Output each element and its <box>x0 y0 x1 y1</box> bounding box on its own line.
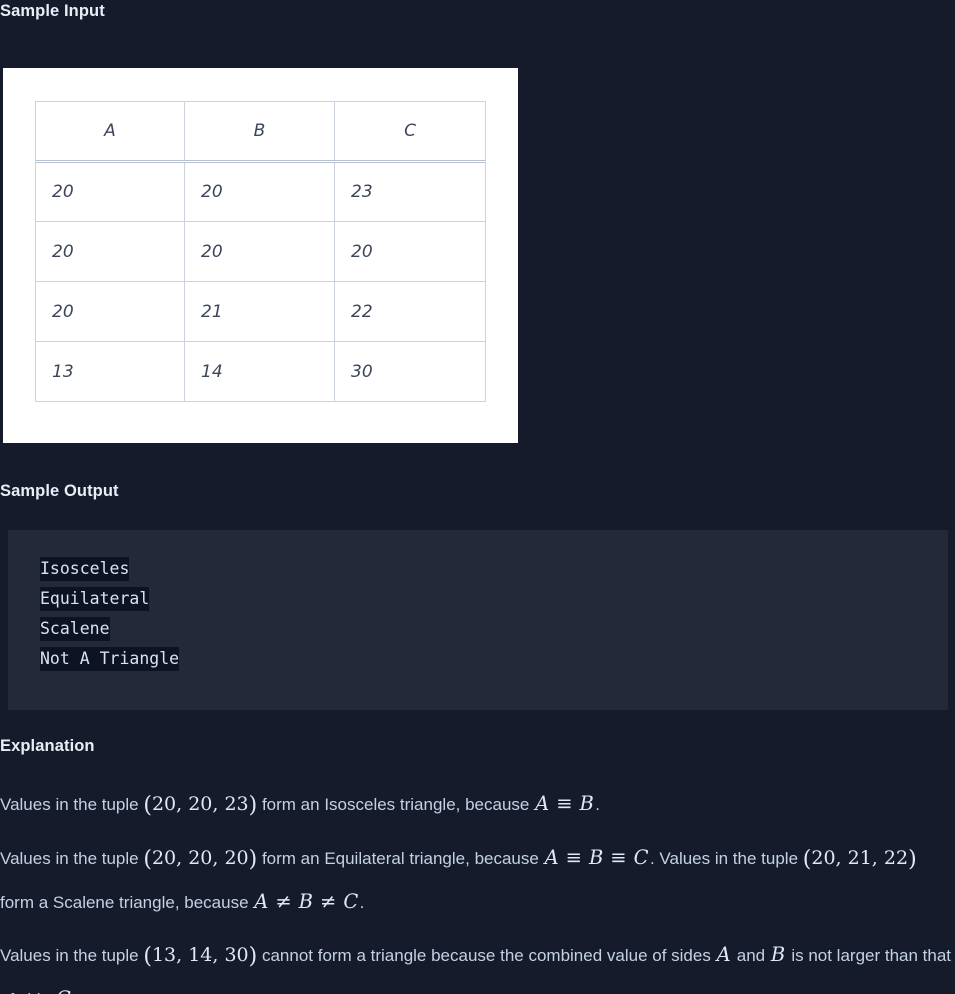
code-line: Scalene <box>40 614 948 644</box>
table-cell: 22 <box>334 281 486 342</box>
text-fragment: form an Isosceles triangle, because <box>257 795 535 814</box>
table-cell: 20 <box>35 221 185 282</box>
math-expression: A <box>716 943 732 966</box>
table-row: 20 20 23 <box>35 161 486 222</box>
table-cell: 13 <box>35 341 185 402</box>
table-cell: 20 <box>184 221 335 282</box>
table-row: 20 20 20 <box>35 221 486 282</box>
page-title-sample-output: Sample Output <box>0 482 119 500</box>
tuple-values: 20, 21, 22 <box>811 847 909 869</box>
text-fragment: Values in the tuple <box>0 946 144 965</box>
explanation-paragraph-1: Values in the tuple (20, 20, 23) form an… <box>0 783 955 827</box>
sample-output-code-block[interactable]: Isosceles Equilateral Scalene Not A Tria… <box>8 530 948 710</box>
code-line-text: Scalene <box>40 617 110 641</box>
page-title-explanation: Explanation <box>0 737 95 755</box>
tuple-open-paren: ( <box>143 793 152 818</box>
table-column-header-c: C <box>334 101 486 163</box>
explanation-body: Values in the tuple (20, 20, 23) form an… <box>0 783 955 994</box>
code-line-text: Not A Triangle <box>40 647 180 671</box>
page-title-sample-input: Sample Input <box>0 2 105 20</box>
tuple-close-paren: ) <box>248 847 258 872</box>
table-cell: 20 <box>334 221 486 282</box>
table-cell: 20 <box>35 281 185 342</box>
tuple-open-paren: ( <box>143 847 152 872</box>
text-fragment: Values in the tuple <box>0 849 144 868</box>
tuple-values: 20, 20, 20 <box>151 847 249 869</box>
math-expression: C <box>55 987 72 994</box>
code-line: Isosceles <box>40 554 948 584</box>
text-fragment: . <box>359 893 365 912</box>
table-column-header-a: A <box>35 101 185 163</box>
text-fragment: cannot form a triangle because the combi… <box>257 946 716 965</box>
explanation-paragraph-2: Values in the tuple (20, 20, 20) form an… <box>0 837 955 924</box>
tuple-close-paren: ) <box>248 944 258 969</box>
table-cell: 30 <box>334 341 486 402</box>
math-expression: A ≡ B ≡ C <box>544 846 649 869</box>
math-expression: A ≡ B <box>535 792 595 815</box>
table-row: 13 14 30 <box>35 341 486 402</box>
sample-input-card: A B C 20 20 23 20 20 20 20 21 22 13 14 3… <box>3 68 518 443</box>
tuple-close-paren: ) <box>908 847 917 872</box>
table-cell: 20 <box>35 161 185 222</box>
code-line-text: Isosceles <box>40 557 130 581</box>
table-header-row: A B C <box>35 101 486 163</box>
text-fragment: . <box>72 990 77 994</box>
table-cell: 21 <box>184 281 335 342</box>
table-cell: 20 <box>184 161 335 222</box>
tuple-values: 20, 20, 23 <box>151 793 249 815</box>
math-expression: B <box>770 943 786 966</box>
tuple-close-paren: ) <box>248 793 258 818</box>
tuple-values: 13, 14, 30 <box>151 944 249 966</box>
text-fragment: . Values in the tuple <box>649 849 803 868</box>
text-fragment: and <box>732 946 770 965</box>
text-fragment: form a Scalene triangle, because <box>0 893 254 912</box>
tuple-open-paren: ( <box>143 944 152 969</box>
table-cell: 23 <box>334 161 486 222</box>
text-fragment: Values in the tuple <box>0 795 144 814</box>
sample-input-table: A B C 20 20 23 20 20 20 20 21 22 13 14 3… <box>35 101 486 402</box>
math-expression: A ≠ B ≠ C <box>254 890 359 913</box>
text-fragment: form an Equilateral triangle, because <box>257 849 544 868</box>
table-cell: 14 <box>184 341 335 402</box>
text-fragment: . <box>595 795 600 814</box>
code-line: Equilateral <box>40 584 948 614</box>
code-line: Not A Triangle <box>40 644 948 674</box>
explanation-paragraph-3: Values in the tuple (13, 14, 30) cannot … <box>0 934 955 994</box>
table-column-header-b: B <box>184 101 335 163</box>
code-line-text: Equilateral <box>40 587 150 611</box>
table-row: 20 21 22 <box>35 281 486 342</box>
